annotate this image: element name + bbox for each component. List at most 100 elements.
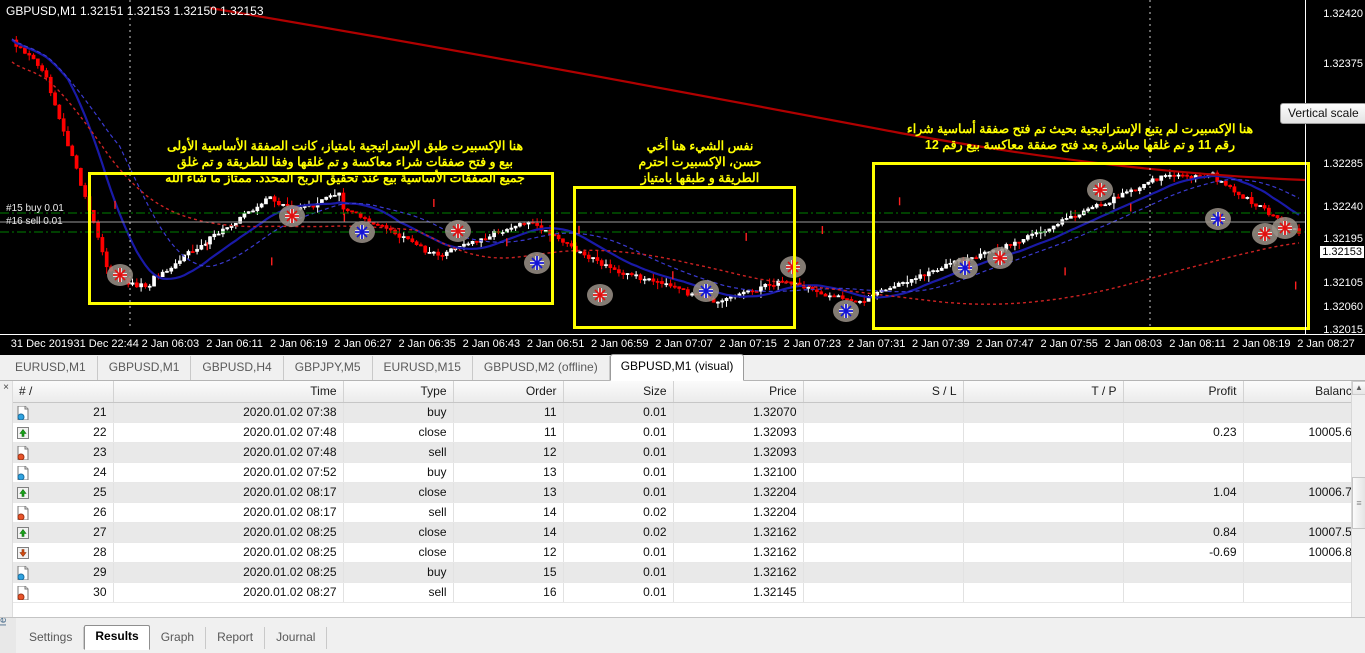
table-row[interactable]: 232020.01.02 07:48sell120.011.32093 (13, 442, 1365, 462)
cell-balance: 10006.85 (1243, 542, 1365, 562)
deal-sell-icon (17, 446, 29, 460)
cell-profit (1123, 402, 1243, 422)
annotation-line: حسن، الإكسبيرت احترم (615, 154, 785, 170)
price-tick: 1.32195 (1323, 233, 1363, 245)
cell-time: 2020.01.02 08:25 (113, 562, 343, 582)
table-row[interactable]: 242020.01.02 07:52buy130.011.32100 (13, 462, 1365, 482)
row-number: 23 (93, 445, 106, 459)
chart-tab-bar[interactable]: EURUSD,M1GBPUSD,M1GBPUSD,H4GBPJPY,M5EURU… (0, 355, 1365, 381)
cell-order: 11 (453, 422, 563, 442)
chart-tab-gbpjpy-m5[interactable]: GBPJPY,M5 (284, 356, 373, 380)
column-header-s-l[interactable]: S / L (803, 381, 963, 402)
chart-tab-gbpusd-m1-visual[interactable]: GBPUSD,M1 (visual) (610, 354, 745, 381)
cell-price: 1.32162 (673, 562, 803, 582)
chart-tab-gbpusd-m1[interactable]: GBPUSD,M1 (98, 356, 192, 380)
cell-tp (963, 402, 1123, 422)
table-row[interactable]: 262020.01.02 08:17sell140.021.32204 (13, 502, 1365, 522)
tester-tab-results[interactable]: Results (84, 625, 149, 650)
cell-size: 0.01 (563, 582, 673, 602)
cell-sl (803, 502, 963, 522)
cell-balance: 10005.66 (1243, 422, 1365, 442)
column-header-balance[interactable]: Balance (1243, 381, 1365, 402)
row-number: 28 (93, 545, 106, 559)
cell-sl (803, 582, 963, 602)
cell-price: 1.32145 (673, 582, 803, 602)
chart-tab-eurusd-m15[interactable]: EURUSD,M15 (373, 356, 473, 380)
time-tick: 2 Jan 06:11 (206, 338, 263, 350)
close-down-icon (17, 546, 29, 560)
results-table-panel[interactable]: # /TimeTypeOrderSizePriceS / LT / PProfi… (0, 381, 1365, 617)
scroll-up-arrow[interactable]: ▲ (1352, 381, 1365, 395)
tester-tab-graph[interactable]: Graph (150, 627, 206, 649)
time-tick: 2 Jan 07:55 (1040, 338, 1098, 350)
chart-tab-gbpusd-m2-offline[interactable]: GBPUSD,M2 (offline) (473, 356, 610, 380)
column-header-type[interactable]: Type (343, 381, 453, 402)
column-header-order[interactable]: Order (453, 381, 563, 402)
price-chart-panel[interactable]: GBPUSD,M1 1.32151 1.32153 1.32150 1.3215… (0, 0, 1365, 355)
deal-buy-icon (17, 466, 29, 480)
cell-size: 0.01 (563, 542, 673, 562)
row-number: 22 (93, 425, 106, 439)
table-row[interactable]: 282020.01.02 08:25close120.011.32162-0.6… (13, 542, 1365, 562)
price-tick: 1.32285 (1323, 158, 1363, 170)
panel-close-button[interactable]: × (0, 381, 13, 617)
results-vertical-scrollbar[interactable]: ▲ (1351, 381, 1365, 617)
tester-tab-report[interactable]: Report (206, 627, 265, 649)
cell-order: 14 (453, 502, 563, 522)
cell-type: sell (343, 502, 453, 522)
column-header-t-p[interactable]: T / P (963, 381, 1123, 402)
cell-profit: 1.04 (1123, 482, 1243, 502)
time-tick: 2 Jan 06:19 (270, 338, 328, 350)
vertical-price-scale[interactable]: 1.32420 1.32375 1.32330 1.32285 1.32240 … (1305, 0, 1365, 334)
annotation-line: هنا الإكسبيرت لم يتبع الإستراتيجية بحيث … (880, 121, 1280, 137)
price-tick: 1.32375 (1323, 58, 1363, 70)
table-body[interactable]: 212020.01.02 07:38buy110.011.32070222020… (13, 402, 1365, 602)
cell-tp (963, 462, 1123, 482)
cell-type: buy (343, 562, 453, 582)
cell-sl (803, 522, 963, 542)
scrollbar-thumb[interactable] (1352, 477, 1365, 529)
table-row[interactable]: 292020.01.02 08:25buy150.011.32162 (13, 562, 1365, 582)
column-header-time[interactable]: Time (113, 381, 343, 402)
table-row[interactable]: 252020.01.02 08:17close130.011.322041.04… (13, 482, 1365, 502)
current-price-tick: 1.32153 (1320, 246, 1364, 258)
annotation-line: الطريقة و طبقها بامتياز (615, 170, 785, 186)
column-header-[interactable]: # / (13, 381, 113, 402)
price-tick: 1.32060 (1323, 301, 1363, 313)
cell-profit (1123, 502, 1243, 522)
tester-tab-journal[interactable]: Journal (265, 627, 327, 649)
row-number: 30 (93, 585, 106, 599)
column-header-size[interactable]: Size (563, 381, 673, 402)
highlight-box-3 (872, 162, 1310, 330)
cell-order: 12 (453, 442, 563, 462)
cell-size: 0.01 (563, 402, 673, 422)
tester-tab-bar[interactable]: SettingsResultsGraphReportJournal (18, 624, 327, 649)
chart-tab-gbpusd-h4[interactable]: GBPUSD,H4 (191, 356, 283, 380)
cell-price: 1.32070 (673, 402, 803, 422)
cell-sl (803, 442, 963, 462)
cell-tp (963, 482, 1123, 502)
time-tick: 2 Jan 07:23 (784, 338, 842, 350)
cell-size: 0.01 (563, 482, 673, 502)
cell-balance (1243, 462, 1365, 482)
tester-tab-settings[interactable]: Settings (18, 627, 84, 649)
horizontal-time-scale[interactable]: 31 Dec 201931 Dec 22:442 Jan 06:032 Jan … (0, 334, 1365, 355)
table-row[interactable]: 272020.01.02 08:25close140.021.321620.84… (13, 522, 1365, 542)
deal-sell-icon (17, 506, 29, 520)
cell-order: 13 (453, 482, 563, 502)
cell-balance (1243, 402, 1365, 422)
close-up-icon (17, 486, 29, 500)
cell-type: close (343, 522, 453, 542)
cell-type: close (343, 542, 453, 562)
cell-order: 15 (453, 562, 563, 582)
table-row[interactable]: 302020.01.02 08:27sell160.011.32145 (13, 582, 1365, 602)
chart-tab-eurusd-m1[interactable]: EURUSD,M1 (4, 356, 98, 380)
column-header-profit[interactable]: Profit (1123, 381, 1243, 402)
table-row[interactable]: 222020.01.02 07:48close110.011.320930.23… (13, 422, 1365, 442)
annotation-line: هنا الإكسبيرت طبق الإستراتيجية بامتياز، … (145, 138, 545, 154)
table-row[interactable]: 212020.01.02 07:38buy110.011.32070 (13, 402, 1365, 422)
order-label-sell: #16 sell 0.01 (6, 216, 63, 227)
table-header-row[interactable]: # /TimeTypeOrderSizePriceS / LT / PProfi… (13, 381, 1365, 402)
column-header-price[interactable]: Price (673, 381, 803, 402)
annotation-line: رقم 11 و تم غلقها مباشرة بعد فتح صفقة مع… (880, 137, 1280, 153)
